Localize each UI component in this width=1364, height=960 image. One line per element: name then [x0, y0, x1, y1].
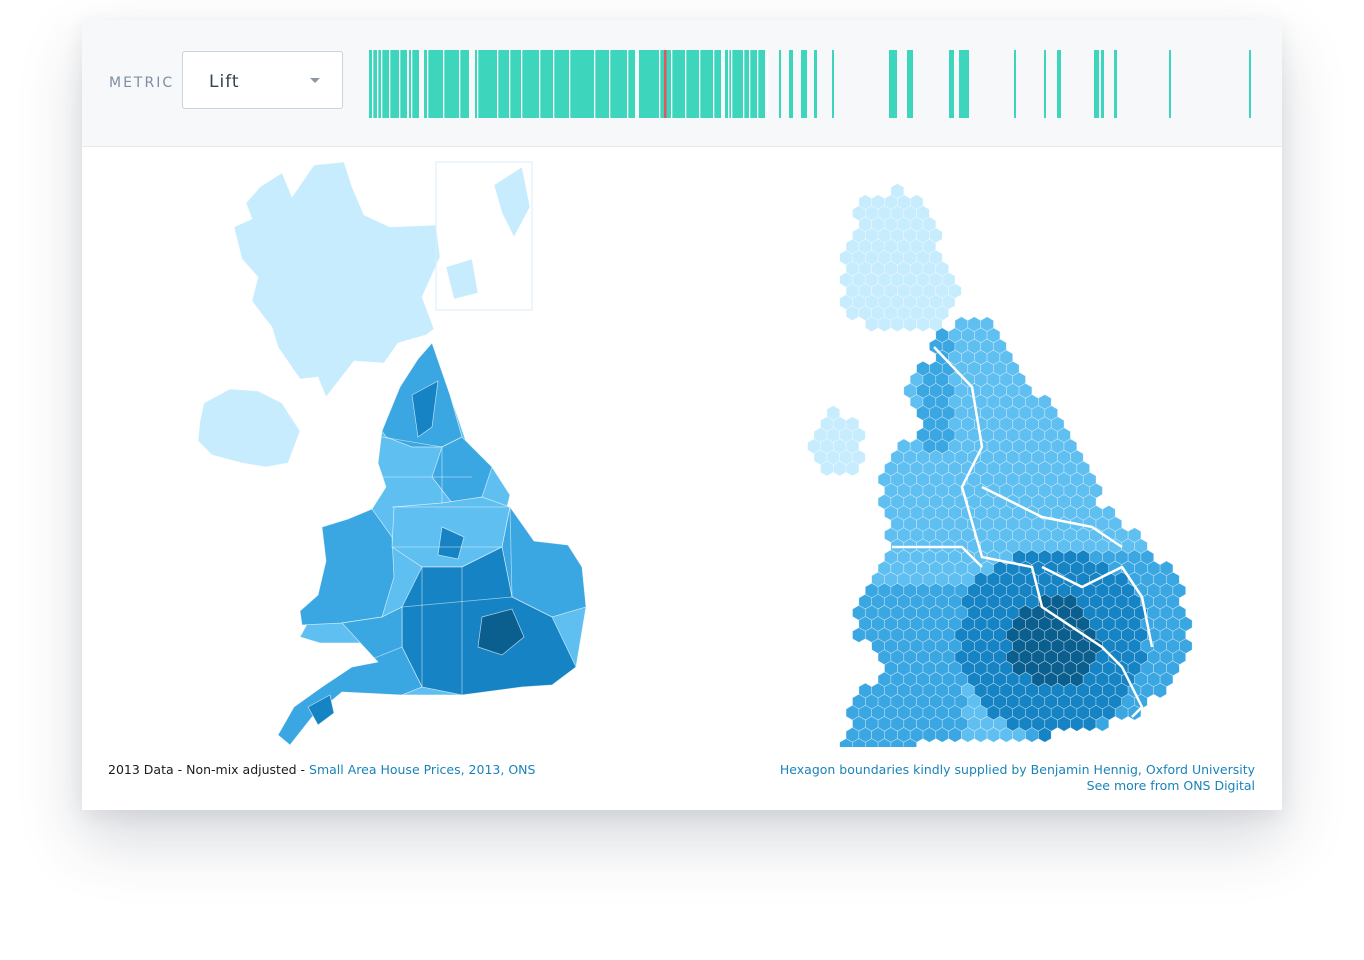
- strip-bar: [949, 50, 954, 118]
- strip-bar: [1057, 50, 1061, 118]
- toolbar: METRIC Lift: [82, 20, 1282, 147]
- chevron-down-icon: [310, 78, 320, 83]
- south-west-region: [277, 606, 423, 746]
- strip-gap: [372, 50, 374, 118]
- strip-bar: [814, 50, 817, 118]
- strip-gap: [381, 50, 383, 118]
- strip-gap: [411, 50, 413, 118]
- strip-bar: [801, 50, 807, 118]
- strip-bar: [1249, 50, 1251, 118]
- strip-bar: [832, 50, 834, 118]
- strip-gap: [539, 50, 541, 118]
- strip-bar: [779, 50, 781, 118]
- strip-gap: [609, 50, 611, 118]
- maps-area: [197, 161, 1193, 747]
- strip-bar: [1101, 50, 1104, 118]
- wales-region: [299, 508, 395, 626]
- strip-gap: [477, 50, 479, 118]
- strip-bar: [907, 50, 913, 118]
- metric-dropdown[interactable]: Lift: [182, 51, 343, 109]
- strip-gap: [443, 50, 445, 118]
- strip-bar: [409, 50, 419, 118]
- strip-gap: [749, 50, 751, 118]
- strip-gap: [627, 50, 629, 118]
- strip-gap: [569, 50, 571, 118]
- strip-bar: [424, 50, 469, 118]
- strip-gap: [553, 50, 555, 118]
- strip-bar: [475, 50, 635, 118]
- strip-gap: [731, 50, 733, 118]
- strip-gap: [685, 50, 687, 118]
- uk-geographic-choropleth-map[interactable]: [197, 161, 587, 746]
- metric-selected-value: Lift: [209, 72, 240, 92]
- strip-gap: [509, 50, 511, 118]
- strip-gap: [497, 50, 499, 118]
- strip-bar: [959, 50, 969, 118]
- strip-gap: [713, 50, 715, 118]
- value-distribution-strip[interactable]: [369, 50, 1259, 118]
- metric-label: METRIC: [109, 75, 175, 91]
- strip-gap: [399, 50, 401, 118]
- strip-gap: [594, 50, 596, 118]
- uk-hexagon-cartogram-map[interactable]: [807, 183, 1193, 747]
- strip-bar: [1094, 50, 1099, 118]
- orkney-islands: [445, 258, 479, 300]
- map-dashboard-card: METRIC Lift 2013 Data - Non-mix adjusted…: [82, 20, 1282, 810]
- shetland-islands: [493, 166, 531, 238]
- strip-gap: [757, 50, 759, 118]
- data-source-caption: 2013 Data - Non-mix adjusted - Small Are…: [108, 762, 535, 777]
- strip-gap: [671, 50, 673, 118]
- hexagon-credit-link[interactable]: Hexagon boundaries kindly supplied by Be…: [780, 762, 1255, 777]
- strip-gap: [459, 50, 461, 118]
- strip-gap: [743, 50, 745, 118]
- strip-gap: [728, 50, 730, 118]
- strip-gap: [427, 50, 429, 118]
- data-source-text: 2013 Data - Non-mix adjusted -: [108, 762, 310, 777]
- scotland-region: [233, 161, 441, 398]
- strip-selected-marker: [664, 50, 667, 118]
- northern-ireland-region: [197, 388, 301, 468]
- strip-gap: [521, 50, 523, 118]
- strip-bar: [1114, 50, 1117, 118]
- strip-gap: [699, 50, 701, 118]
- ons-digital-link[interactable]: See more from ONS Digital: [1087, 778, 1255, 793]
- strip-bar: [1169, 50, 1171, 118]
- strip-gap: [377, 50, 379, 118]
- strip-gap: [469, 50, 471, 118]
- strip-gap: [767, 50, 769, 118]
- strip-bar: [889, 50, 897, 118]
- ons-house-prices-link[interactable]: Small Area House Prices, 2013, ONS: [309, 762, 535, 777]
- strip-bar: [639, 50, 721, 118]
- strip-gap: [389, 50, 391, 118]
- credits-caption: Hexagon boundaries kindly supplied by Be…: [780, 762, 1255, 794]
- strip-bar: [369, 50, 407, 118]
- strip-bar: [1044, 50, 1046, 118]
- strip-bar: [789, 50, 793, 118]
- strip-bar: [1014, 50, 1016, 118]
- strip-gap: [659, 50, 661, 118]
